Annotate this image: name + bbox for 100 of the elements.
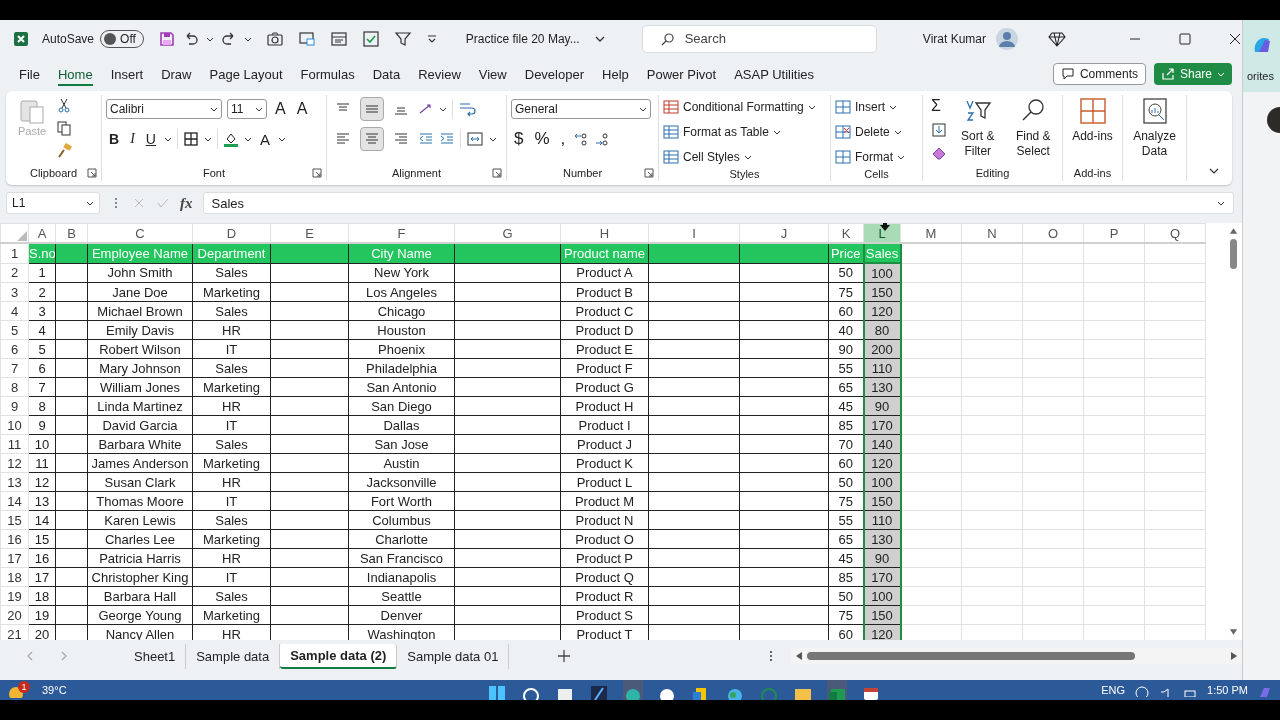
scroll-up-icon[interactable] [1228,227,1238,235]
caret-icon[interactable] [489,135,497,143]
copy-icon[interactable] [56,120,73,136]
menu-tab[interactable]: Review [409,60,470,88]
format-painter-icon[interactable] [56,143,73,159]
font-color-button[interactable]: A [256,130,273,148]
column-header[interactable]: A [28,223,56,243]
file-name[interactable]: Practice file 20 May... [465,31,580,46]
search-field[interactable]: Search [684,27,876,50]
close-icon[interactable] [1228,31,1242,46]
clock[interactable]: 1:50 PM [1207,684,1248,696]
name-box[interactable]: L1 [6,192,100,214]
formula-field[interactable]: Sales [202,192,1234,214]
menu-tab[interactable]: ASAP Utilities [725,60,824,88]
dialog-launcher-icon[interactable] [87,168,97,178]
analyze-data-button[interactable]: Analyze Data [1128,95,1181,165]
menu-tab[interactable]: File [10,60,49,88]
column-header[interactable]: F [348,223,455,243]
decrease-decimal-icon[interactable] [594,131,611,147]
column-header[interactable]: J [739,223,829,243]
fill-color-icon[interactable] [222,131,239,147]
save-icon[interactable] [157,29,176,48]
row-number[interactable]: 1 [0,243,29,263]
scissors-icon[interactable] [56,97,73,113]
browser-icon[interactable] [622,680,643,700]
number-format-field[interactable]: General [511,99,651,119]
menu-tab[interactable]: Home [48,60,102,88]
column-header[interactable]: I [648,223,740,243]
decrease-font-button[interactable]: A [293,100,311,118]
number-style-button[interactable]: $ [511,129,527,149]
search-box[interactable]: Search [641,24,877,53]
sheet-tab[interactable]: Sample data 01 [397,643,510,669]
cells-button[interactable]: Insert [835,97,918,117]
maximize-icon[interactable] [1178,31,1192,46]
menu-tab[interactable]: Formulas [291,60,364,88]
eraser-icon[interactable] [931,145,947,161]
increase-font-button[interactable]: A [272,100,289,118]
wrap-text-icon[interactable] [458,100,476,118]
column-header[interactable]: C [87,223,193,243]
menu-tab[interactable]: Power Pivot [637,60,726,88]
column-header[interactable]: M [900,223,962,243]
menu-tab[interactable]: Help [593,60,638,88]
column-header[interactable]: B [55,223,88,243]
autosum-button[interactable]: Σ [931,97,941,115]
menu-tab[interactable]: Developer [515,60,593,88]
cells-button[interactable]: Format [835,147,918,167]
borders-icon[interactable] [182,131,199,147]
font-name-field[interactable]: Calibri [106,99,222,119]
camera-icon[interactable] [265,29,284,48]
language-indicator[interactable]: ENG [1101,684,1126,696]
checkbox-icon[interactable] [361,29,380,48]
scroll-thumb[interactable] [807,652,1136,660]
diamond-icon[interactable] [1048,29,1066,48]
styles-button[interactable]: Format as Table [663,122,826,142]
number-style-button[interactable]: , [557,129,569,149]
column-header[interactable]: E [270,223,349,243]
dialog-launcher-icon[interactable] [492,168,502,178]
column-header[interactable]: G [454,223,561,243]
comments-button[interactable]: Comments [1052,63,1146,85]
vertical-align-button[interactable] [360,97,384,121]
column-header[interactable]: D [192,223,271,243]
sort-filter-button[interactable]: Sort & Filter [953,95,1003,159]
scroll-thumb[interactable] [1229,239,1237,269]
increase-decimal-icon[interactable] [573,131,590,147]
menu-tab[interactable]: Draw [152,60,201,88]
caret-icon[interactable] [439,105,447,113]
column-header[interactable]: O [1022,223,1084,243]
caret-icon[interactable] [203,135,212,143]
horizontal-scrollbar[interactable] [791,648,1242,664]
merge-cells-icon[interactable] [466,130,484,148]
find-select-button[interactable]: Find & Select [1008,95,1058,159]
font-style-button[interactable]: I [127,131,138,147]
menu-tab[interactable]: Data [363,60,410,88]
styles-button[interactable]: Cell Styles [663,147,826,167]
styles-button[interactable]: Conditional Formatting [663,97,826,117]
form-icon[interactable] [329,29,348,48]
sheet-tab[interactable]: Sheet1 [124,643,187,669]
column-header[interactable]: H [560,223,649,243]
caret-icon[interactable] [163,135,172,143]
customize-menu-icon[interactable] [425,32,438,45]
font-style-button[interactable]: U [142,131,159,147]
add-sheet-icon[interactable] [557,649,572,663]
cells-button[interactable]: Delete [835,122,918,142]
number-style-button[interactable]: % [531,129,553,149]
insert-function-button[interactable]: fx [180,194,193,212]
column-header[interactable]: Q [1144,223,1206,243]
avatar-icon[interactable] [996,27,1018,50]
sheet-tab[interactable]: Sample data (2) [280,643,398,669]
screen-icon[interactable] [297,29,316,48]
filter-icon[interactable] [393,29,412,48]
menu-tab[interactable]: View [469,60,516,88]
share-button[interactable]: Share [1153,63,1232,85]
caret-icon[interactable] [277,135,286,143]
dialog-launcher-icon[interactable] [644,168,654,178]
scroll-right-icon[interactable] [1230,651,1238,661]
menu-tab[interactable]: Page Layout [200,60,292,88]
fill-down-icon[interactable] [931,122,947,138]
scroll-left-icon[interactable] [795,651,804,661]
dialog-launcher-icon[interactable] [312,168,322,178]
caret-icon[interactable] [243,135,252,143]
